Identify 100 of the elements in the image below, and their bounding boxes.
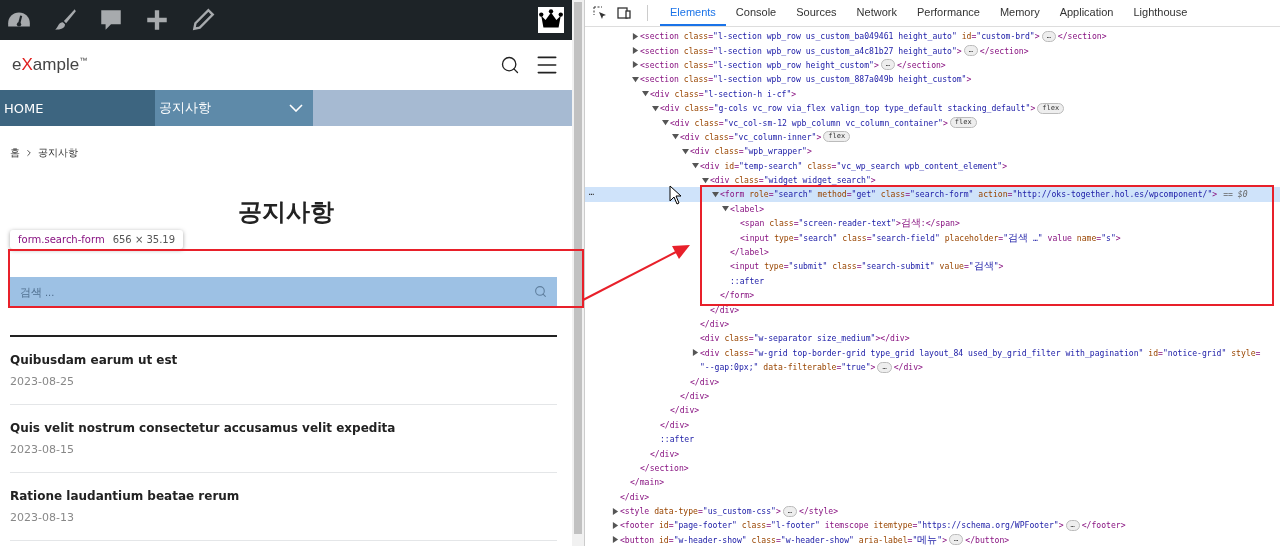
closing-tag: </div> — [893, 362, 923, 373]
search-field[interactable]: 검색 ... — [10, 277, 557, 307]
dom-tree-row[interactable]: <div class="w-separator size_medium"></div> — [585, 331, 1280, 346]
closing-tag: </div> — [700, 319, 730, 329]
cursor-icon — [669, 185, 682, 205]
expand-arrow-icon[interactable] — [682, 147, 689, 155]
dom-node-text: <label> — [730, 203, 765, 214]
expand-arrow-icon[interactable] — [632, 75, 639, 83]
expand-arrow-icon[interactable] — [632, 61, 639, 69]
devtools-tab[interactable]: Lighthouse — [1123, 0, 1198, 26]
dom-tree-row[interactable]: <section class="l-section wpb_row us_custom_887a049b height_custom"> — [585, 72, 1280, 87]
closing-tag: </main> — [630, 477, 665, 488]
expand-arrow-icon[interactable] — [702, 176, 709, 184]
closing-tag: </section> — [897, 59, 946, 70]
closing-tag: </div> — [690, 376, 720, 387]
dom-node-text: <section class="l-section wpb_row us_custom_887a049b height_custom"> — [640, 74, 972, 85]
devtools-tab[interactable]: Application — [1049, 0, 1124, 26]
devtools-tab[interactable]: Network — [846, 0, 907, 26]
expand-arrow-icon[interactable] — [652, 104, 659, 112]
dom-node-text: <footer id="page-footer" class="l-footer" itemscope itemtype="https://schema.org/WPFooter"> — [620, 520, 1064, 531]
post-title[interactable]: Ratione laudantium beatae rerum — [10, 489, 557, 503]
expand-arrow-icon[interactable] — [632, 32, 639, 40]
dom-node-text: "--gap:0px;" data-filterable="true"> — [700, 362, 876, 373]
closing-tag: </div> — [670, 405, 700, 416]
nav-item[interactable]: 공지사항 — [155, 90, 313, 126]
tooltip-size: 656 × 35.19 — [112, 234, 176, 245]
search-icon[interactable] — [500, 55, 520, 75]
dom-tree-row[interactable]: <input type="submit" class="search-submit" value="검색"> — [585, 259, 1280, 274]
dom-tree-row[interactable]: <input type="search" class="search-field" placeholder="검색 …" value name="s"> — [585, 230, 1280, 245]
dom-tree-row[interactable]: ::after — [585, 431, 1280, 447]
dom-tree-row[interactable]: <div class="l-section-h i-cf"> — [585, 86, 1280, 101]
dom-node-text: <div class="w-separator size_medium"></div> — [700, 333, 910, 344]
dom-tree-row[interactable]: ⋯ <form role="search" method="get" class="search-form" action="http://oks-together.hol.es/wpcomponent/"> == $0 — [585, 187, 1280, 202]
nav-item[interactable]: HOME — [0, 90, 155, 126]
dom-node-text: <span class="screen-reader-text">검색:</span> — [740, 216, 960, 231]
console-ref: == $0 — [1223, 189, 1248, 200]
expand-arrow-icon[interactable] — [662, 119, 669, 127]
closing-tag: </section> — [1057, 31, 1107, 42]
inspect-icon[interactable] — [593, 6, 607, 20]
expand-arrow-icon[interactable] — [612, 536, 619, 544]
page-title: 공지사항 — [237, 197, 335, 228]
dom-node-text: <form role="search" method="get" class="search-form" action="http://oks-together.hol.es/wpcomponent/"> — [720, 189, 1218, 200]
dom-node-text: ::after — [660, 434, 695, 445]
post-title[interactable]: Quibusdam earum ut est — [10, 353, 557, 367]
closing-tag: </label> — [730, 247, 769, 258]
expand-arrow-icon[interactable] — [672, 133, 679, 141]
dom-node-text: <div class="l-section-h i-cf"> — [650, 88, 797, 99]
post-title[interactable]: Quis velit nostrum consectetur accusamus velit expedita — [10, 421, 557, 435]
devtools-tab[interactable]: Elements — [660, 0, 726, 26]
dom-node-text: <div class="vc_column-inner"> — [680, 131, 822, 142]
expand-arrow-icon[interactable] — [692, 162, 699, 170]
dom-tree-row[interactable]: <div class="w-grid top-border-grid type_grid layout_84 used_by_grid_filter with_pagination" id="notice-grid" style= — [585, 345, 1280, 360]
plus-icon[interactable] — [144, 7, 170, 33]
dom-node-text: <div class="widget widget_search"> — [710, 175, 876, 186]
more-marker[interactable]: ⋯ — [589, 189, 594, 200]
dom-tree-row[interactable]: <label> — [585, 201, 1280, 217]
expand-arrow-icon[interactable] — [612, 507, 619, 515]
site-logo[interactable]: eXample$^{™}$ — [12, 55, 88, 75]
dom-node-text: <div class="g-cols vc_row via_flex valign_top type_default stacking_default"> — [660, 103, 1036, 114]
closing-tag: </section> — [979, 45, 1029, 56]
devtools-tab[interactable]: Console — [725, 0, 787, 26]
closing-tag: </section> — [640, 462, 689, 473]
crown-avatar-icon[interactable] — [538, 7, 564, 33]
dom-node-text: <div class="vc_col-sm-12 wpb_column vc_column_container"> — [670, 117, 948, 128]
dom-node-text: <div class="wpb_wrapper"> — [690, 146, 812, 157]
closing-tag: </style> — [799, 506, 839, 517]
closing-tag: </div> — [680, 390, 710, 401]
closing-tag: </form> — [720, 290, 755, 301]
dom-node-text: <section class="l-section wpb_row height_custom"> — [640, 59, 879, 70]
expand-arrow-icon[interactable] — [612, 521, 619, 529]
closing-tag: </div> — [710, 304, 740, 315]
expand-arrow-icon[interactable] — [692, 349, 699, 357]
devtools-tab[interactable]: Memory — [989, 0, 1050, 26]
closing-tag: </div> — [650, 448, 680, 459]
closing-tag: </div> — [660, 419, 690, 430]
dom-tree-row[interactable]: <div class="wpb_wrapper"> — [585, 144, 1280, 159]
dom-node-text: <button id="w-header-show" class="w-header-show" aria-label="메뉴"> — [620, 532, 948, 546]
dom-node-text: <div class="w-grid top-border-grid type_grid layout_84 used_by_grid_filter with_pagination" id="notice-grid" style= — [700, 347, 1261, 358]
expand-arrow-icon[interactable] — [722, 205, 729, 213]
closing-tag: </footer> — [1081, 520, 1126, 531]
scrollbar-thumb[interactable] — [574, 2, 582, 534]
device-toolbar-icon[interactable] — [617, 6, 631, 20]
expand-arrow-icon[interactable] — [712, 191, 719, 198]
closing-tag: </div> — [620, 491, 650, 502]
devtools-tab[interactable]: Performance — [906, 0, 990, 26]
pencil-icon[interactable] — [190, 7, 216, 33]
breadcrumb-link[interactable]: 홈 — [10, 146, 20, 160]
expand-arrow-icon[interactable] — [642, 90, 649, 98]
dom-tree-row[interactable]: <span class="screen-reader-text">검색:</span> — [585, 216, 1280, 231]
dom-tree-row[interactable]: <div id="temp-search" class="vc_wp_search wpb_content_element"> — [585, 158, 1280, 173]
dom-tree-row[interactable]: <div class="widget widget_search"> — [585, 172, 1280, 188]
dom-node-text: <input type="search" class="search-field" placeholder="검색 …" value name="s"> — [740, 230, 1121, 245]
dom-node-text: <input type="submit" class="search-submit" value="검색"> — [730, 259, 1004, 274]
devtools-tab[interactable]: Sources — [786, 0, 847, 26]
dom-tree-row[interactable]: ::after — [585, 273, 1280, 289]
breadcrumb-link[interactable]: 공지사항 — [38, 146, 78, 160]
expand-arrow-icon[interactable] — [632, 47, 639, 55]
paintbrush-icon[interactable] — [52, 7, 78, 33]
dom-node-text: <style data-type="us_custom-css"> — [620, 506, 781, 517]
tooltip-selector: form.search-form — [18, 234, 105, 245]
